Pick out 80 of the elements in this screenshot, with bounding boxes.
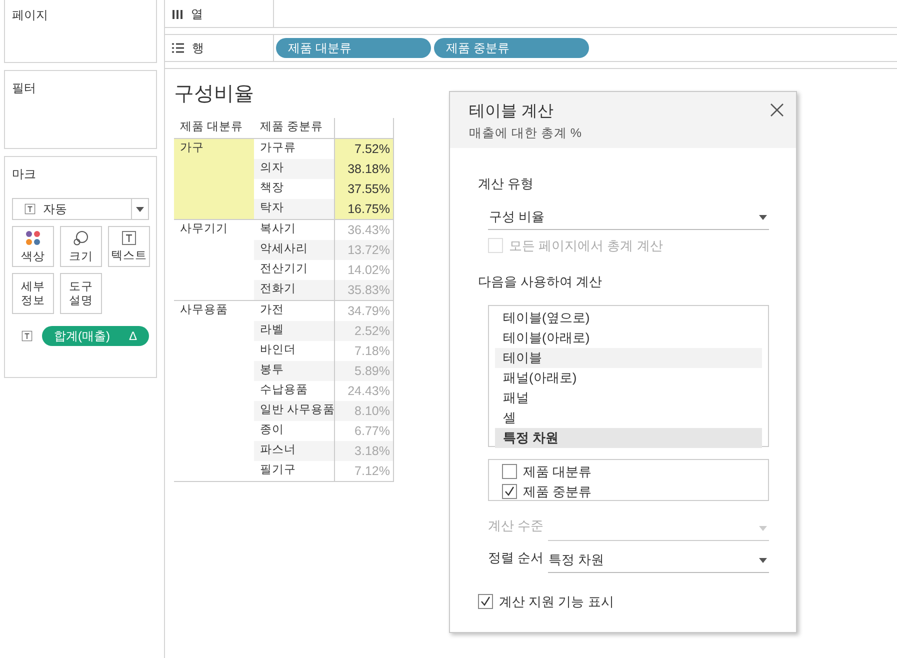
value-cell: 37.55% [334, 179, 394, 199]
checkbox-label: 계산 지원 기능 표시 [499, 592, 614, 610]
value-cell: 3.18% [334, 441, 394, 461]
column-header: 제품 대분류 [180, 120, 244, 135]
category-cell-text: 사무기기 [179, 222, 229, 237]
value-cell: 7.12% [334, 461, 394, 481]
table-cell-text: 전산기기 [259, 262, 309, 278]
dialog-subtitle: 매출에 대한 총계 % [469, 125, 582, 142]
field-label: 계산 수준 [488, 516, 544, 535]
table-cell-text: 복사기 [259, 222, 297, 238]
table-cell-text: 가구류 [259, 141, 297, 156]
text-mark-icon [24, 204, 36, 214]
table-cell-text: 필기구 [259, 463, 297, 478]
shelf-label: 행 [192, 40, 204, 57]
table-cell: 탁자 [254, 199, 334, 219]
value-cell: 2.52% [334, 321, 394, 341]
shelf-label: 열 [191, 6, 203, 22]
value-cell: 7.52% [334, 139, 394, 159]
table-cell-text: 바인더 [259, 343, 297, 358]
list-item[interactable]: 셀 [495, 408, 762, 428]
checkbox[interactable] [502, 464, 517, 479]
list-item[interactable]: 테이블(옆으로) [495, 308, 762, 328]
list-item[interactable]: 패널(아래로) [495, 368, 762, 388]
table-cell: 파스너 [254, 441, 334, 461]
mark-card[interactable]: 텍스트 [108, 226, 150, 267]
checkbox-label: 제품 대분류 [523, 462, 592, 481]
category-cell-text: 사무용품 [179, 303, 229, 318]
caret-icon [759, 214, 767, 220]
value-cell: 35.83% [334, 280, 394, 300]
mark-type-dropdown[interactable]: 자동 [12, 198, 149, 220]
table-cell: 의자 [254, 159, 334, 179]
table-cell-text: 수납용품 [259, 383, 309, 398]
checkbox-label: 모든 페이지에서 총계 계산 [509, 236, 663, 254]
field-label: 다음을 사용하여 계산 [478, 273, 602, 291]
panel-title: 마크 [12, 166, 36, 183]
table-cell: 악세사리 [254, 240, 334, 260]
caret-icon [136, 206, 144, 212]
value-cell: 13.72% [334, 240, 394, 260]
column-header: 제품 중분류 [260, 120, 324, 135]
list-item[interactable]: 특정 차원 [495, 428, 762, 448]
mark-card[interactable]: 크기 [60, 226, 102, 267]
checkbox[interactable] [502, 484, 517, 499]
table-cell: 라벨 [254, 321, 334, 341]
table-cell: 봉투 [254, 361, 334, 381]
circles-icon [73, 230, 89, 246]
field-label: 정렬 순서 [488, 548, 544, 567]
calculation-type-dropdown[interactable]: 구성 비율 [488, 206, 769, 230]
panel-title: 필터 [12, 80, 36, 97]
table-cell: 전화기 [254, 280, 334, 300]
category-cell: 가구 [174, 139, 254, 219]
list-item[interactable]: 테이블(아래로) [495, 328, 762, 348]
text-icon [122, 230, 136, 244]
field-label: 계산 유형 [478, 175, 534, 193]
table-cell-text: 종이 [259, 423, 285, 438]
text-mark-icon [22, 330, 32, 342]
table-cell-text: 가전 [259, 303, 285, 318]
list-item[interactable]: 테이블 [495, 348, 762, 368]
value-cell: 16.75% [334, 199, 394, 219]
columns-icon [172, 8, 183, 19]
caret-icon [759, 526, 767, 530]
table-cell-text: 책장 [259, 181, 285, 196]
list-icon [172, 43, 184, 53]
dots-icon [25, 230, 41, 246]
checkbox-label: 제품 중분류 [523, 482, 592, 501]
mark-card[interactable]: 색상 [12, 226, 54, 267]
dropdown[interactable]: 특정 차원 [548, 548, 769, 572]
panel-title: 페이지 [12, 7, 48, 24]
dialog-title: 테이블 계산 [469, 102, 554, 122]
checkbox[interactable] [478, 594, 493, 609]
mark-card[interactable]: 도구 설명 [60, 273, 102, 314]
mark-card[interactable]: 세부 정보 [12, 273, 54, 314]
value-cell: 8.10% [334, 401, 394, 421]
value-cell: 5.89% [334, 361, 394, 381]
sheet-title: 구성비율 [174, 82, 254, 107]
value-cell: 38.18% [334, 159, 394, 179]
caret-icon [759, 558, 767, 562]
compute-using-list[interactable]: 테이블(옆으로) 테이블(아래로) 테이블 패널(아래로) 패널 셀 특정 차원 [488, 304, 769, 446]
table-cell: 일반 사무용품 [254, 401, 334, 421]
close-button[interactable] [770, 103, 784, 117]
list-item[interactable]: 패널 [495, 388, 762, 408]
